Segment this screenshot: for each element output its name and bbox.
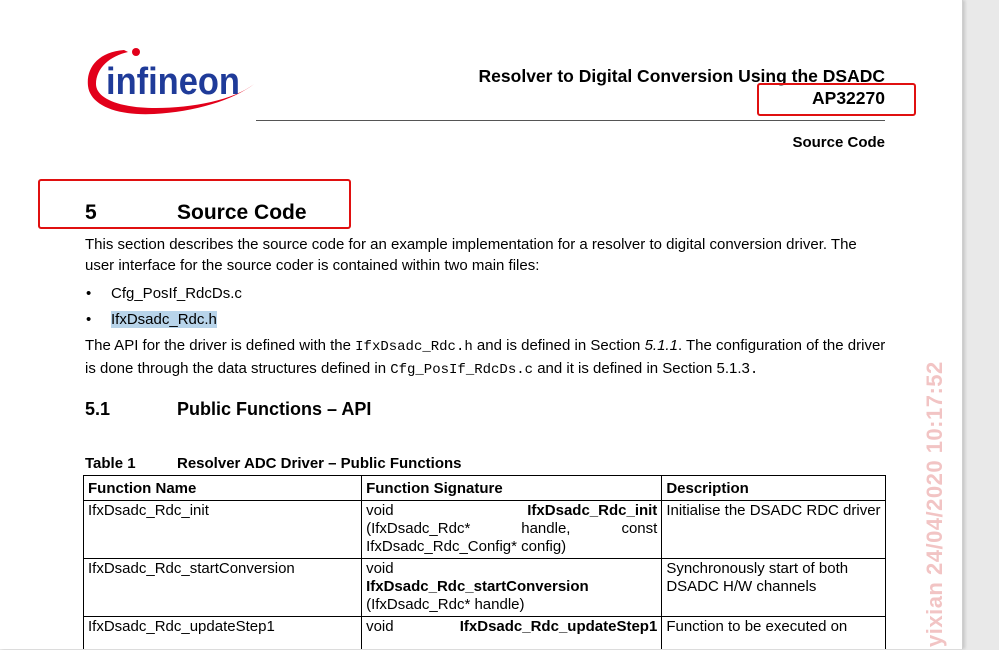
sig-type: void xyxy=(366,502,394,519)
sig-func: IfxDsadc_Rdc_init xyxy=(527,502,658,519)
column-header: Function Signature xyxy=(361,475,663,501)
running-head: Source Code xyxy=(792,134,885,151)
table-caption: Table 1 Resolver ADC Driver – Public Func… xyxy=(85,455,462,472)
document-page: infineon Resolver to Digital Conversion … xyxy=(0,0,963,649)
sig-args: handle, xyxy=(521,520,571,537)
table-row: IfxDsadc_Rdc_init void IfxDsadc_Rdc_init … xyxy=(82,500,886,559)
text-run: The API for the driver is defined with t… xyxy=(85,337,356,354)
file-name: Cfg_PosIf_RdcDs.c xyxy=(111,285,242,302)
function-name: IfxDsadc_Rdc_startConversion xyxy=(82,558,363,617)
annotation-box-doc-id xyxy=(757,83,916,116)
sig-args: (IfxDsadc_Rdc* xyxy=(366,520,471,537)
function-name: IfxDsadc_Rdc_init xyxy=(82,500,363,559)
list-item: • IfxDsadc_Rdc.h xyxy=(86,311,217,328)
table-number: Table 1 xyxy=(85,455,136,472)
sig-func: IfxDsadc_Rdc_updateStep1 xyxy=(459,618,658,635)
watermark-text: yixian 24/04/2020 10:17:52 xyxy=(922,361,947,647)
intro-paragraph: This section describes the source code f… xyxy=(85,236,857,274)
sig-args: const xyxy=(621,520,658,537)
function-signature: void IfxDsadc_Rdc_startConversion (IfxDs… xyxy=(361,558,663,617)
subsection-number: 5.1 xyxy=(85,399,111,419)
code-ref: IfxDsadc_Rdc.h xyxy=(355,339,473,355)
api-paragraph: The API for the driver is defined with t… xyxy=(85,335,890,381)
table-row: IfxDsadc_Rdc_startConversion void IfxDsa… xyxy=(82,558,886,617)
column-header: Description xyxy=(661,475,886,501)
subsection-heading: 5.1 Public Functions – API xyxy=(85,399,371,420)
code-ref: Cfg_PosIf_RdcDs.c xyxy=(390,362,534,378)
sig-args: (IfxDsadc_Rdc* handle) xyxy=(366,596,525,613)
text-run: . xyxy=(749,362,759,378)
function-signature: void IfxDsadc_Rdc_updateStep1 xyxy=(361,616,663,649)
function-description: Synchronously start of both DSADC H/W ch… xyxy=(661,558,886,617)
header-rule xyxy=(256,120,885,121)
sig-func: IfxDsadc_Rdc_startConversion xyxy=(366,578,589,595)
logo-wordmark: infineon xyxy=(106,61,240,103)
api-table: Function Name Function Signature Descrip… xyxy=(82,475,886,649)
bullet-icon: • xyxy=(86,311,92,328)
text-run: and is defined in Section xyxy=(472,337,645,354)
annotation-box-section-heading xyxy=(38,179,351,229)
bullet-icon: • xyxy=(86,285,92,302)
sig-type: void xyxy=(366,618,394,635)
function-description: Function to be executed on xyxy=(661,616,886,649)
list-item: • Cfg_PosIf_RdcDs.c xyxy=(86,285,242,302)
sig-args: IfxDsadc_Rdc_Config* config) xyxy=(366,538,567,555)
section-ref-link[interactable]: 5.1.1 xyxy=(645,337,678,354)
table-title: Resolver ADC Driver – Public Functions xyxy=(177,455,462,472)
file-name-selected[interactable]: IfxDsadc_Rdc.h xyxy=(111,311,217,328)
sig-type: void xyxy=(366,560,394,577)
watermark: yixian 24/04/2020 10:17:52 xyxy=(908,355,978,650)
function-name: IfxDsadc_Rdc_updateStep1 xyxy=(82,616,363,649)
text-run: and it is defined in Section 5.1.3 xyxy=(533,360,750,377)
table-row: IfxDsadc_Rdc_updateStep1 void IfxDsadc_Rd… xyxy=(82,616,886,649)
subsection-title: Public Functions – API xyxy=(177,399,372,419)
infineon-logo: infineon xyxy=(87,48,254,115)
function-description: Initialise the DSADC RDC driver xyxy=(661,500,886,559)
column-header: Function Name xyxy=(82,475,363,501)
function-signature: void IfxDsadc_Rdc_init (IfxDsadc_Rdc* hand… xyxy=(361,500,663,559)
table-header-row: Function Name Function Signature Descrip… xyxy=(82,475,886,501)
